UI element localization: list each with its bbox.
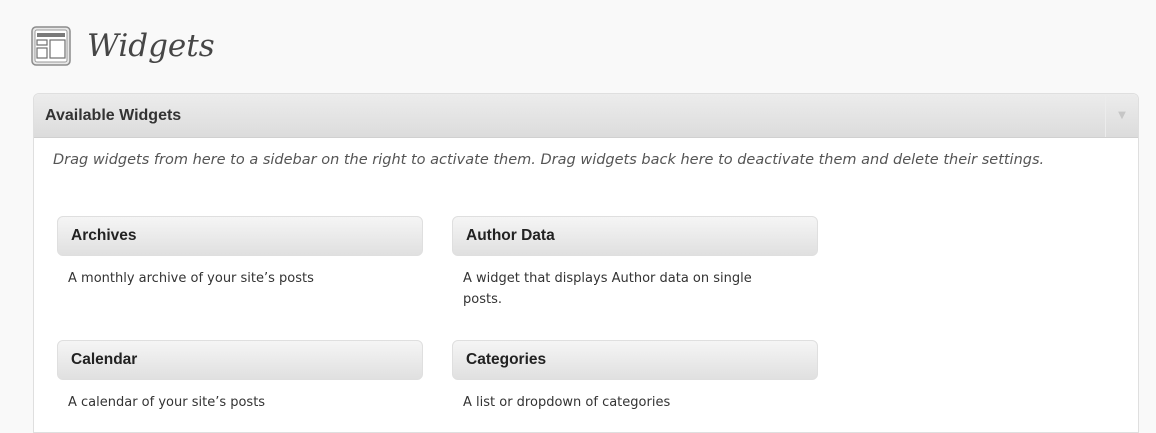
panel-description: Drag widgets from here to a sidebar on t…: [53, 152, 1045, 168]
widget-description: A calendar of your site’s posts: [68, 395, 266, 410]
widget-title-bar[interactable]: Author Data: [452, 216, 818, 256]
widget-categories: Categories A list or dropdown of categor…: [452, 340, 818, 413]
widget-title-bar[interactable]: Categories: [452, 340, 818, 380]
widget-description: A widget that displays Author data on si…: [463, 271, 752, 307]
panel-title: Available Widgets: [45, 106, 182, 124]
widget-calendar: Calendar A calendar of your site’s posts: [57, 340, 423, 413]
widget-archives: Archives A monthly archive of your site’…: [57, 216, 423, 289]
widget-description: A list or dropdown of categories: [463, 395, 671, 410]
widget-author-data: Author Data A widget that displays Autho…: [452, 216, 818, 310]
widget-title-bar[interactable]: Archives: [57, 216, 423, 256]
widget-title-bar[interactable]: Calendar: [57, 340, 423, 380]
panel-header[interactable]: Available Widgets ▼: [34, 94, 1138, 138]
triangle-down-icon[interactable]: ▼: [1105, 94, 1138, 137]
page-header: Widgets: [31, 26, 215, 66]
widgets-icon: [31, 26, 71, 66]
page-title: Widgets: [87, 28, 215, 64]
widget-description: A monthly archive of your site’s posts: [68, 271, 314, 286]
available-widgets-panel: Available Widgets ▼ Drag widgets from he…: [33, 93, 1139, 433]
